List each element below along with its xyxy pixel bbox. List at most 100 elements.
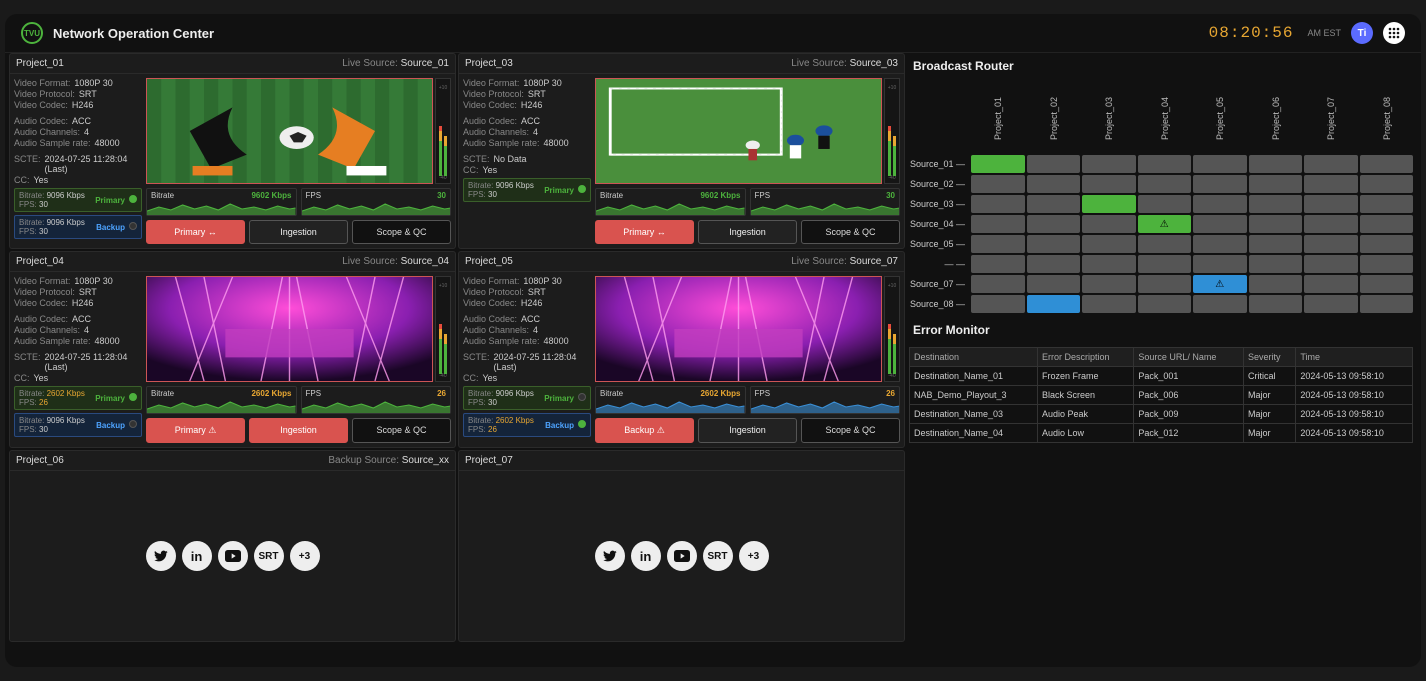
router-cell[interactable] [1082, 295, 1136, 313]
router-cell[interactable] [1082, 275, 1136, 293]
router-cell[interactable] [1193, 155, 1247, 173]
router-cell[interactable] [1193, 295, 1247, 313]
router-cell[interactable] [1193, 235, 1247, 253]
dest-icon[interactable] [667, 541, 697, 571]
stream-pill[interactable]: Bitrate: 2602 KbpsFPS: 26 Primary [14, 386, 142, 410]
router-cell[interactable] [1138, 175, 1192, 193]
em-row[interactable]: Destination_Name_04Audio LowPack_012Majo… [910, 424, 1413, 443]
router-cell[interactable] [1082, 155, 1136, 173]
router-cell[interactable] [971, 235, 1025, 253]
router-cell[interactable] [1027, 215, 1081, 233]
router-cell[interactable] [1138, 215, 1192, 233]
router-cell[interactable] [1027, 275, 1081, 293]
scope-qc-button[interactable]: Scope & QC [352, 220, 451, 244]
dest-icon[interactable]: in [182, 541, 212, 571]
stream-pill[interactable]: Bitrate: 9096 KbpsFPS: 30 Primary [463, 386, 591, 410]
router-cell[interactable] [1249, 155, 1303, 173]
router-cell[interactable] [1027, 195, 1081, 213]
router-cell[interactable] [1138, 195, 1192, 213]
scope-qc-button[interactable]: Scope & QC [801, 220, 900, 244]
avatar[interactable]: Ti [1351, 22, 1373, 44]
router-cell[interactable] [971, 175, 1025, 193]
dest-icon[interactable] [218, 541, 248, 571]
stream-pill[interactable]: Bitrate: 2602 KbpsFPS: 26 Backup [463, 413, 591, 437]
dest-icon[interactable]: SRT [703, 541, 733, 571]
ingestion-button[interactable]: Ingestion [249, 220, 348, 244]
router-cell[interactable] [1082, 255, 1136, 273]
stream-pill[interactable]: Bitrate: 9096 KbpsFPS: 30 Backup [14, 215, 142, 239]
router-cell[interactable] [1027, 155, 1081, 173]
router-cell[interactable] [1304, 195, 1358, 213]
router-cell[interactable] [1249, 275, 1303, 293]
router-cell[interactable] [1249, 175, 1303, 193]
router-cell[interactable] [1249, 255, 1303, 273]
router-cell[interactable] [1138, 275, 1192, 293]
router-cell[interactable] [971, 215, 1025, 233]
ingestion-button[interactable]: Ingestion [698, 418, 797, 443]
apps-button[interactable] [1383, 22, 1405, 44]
primary-button[interactable]: Backup ⚠ [595, 418, 694, 443]
router-cell[interactable] [1360, 155, 1414, 173]
router-cell[interactable] [1304, 235, 1358, 253]
primary-button[interactable]: Primary ↔ [146, 220, 245, 244]
router-cell[interactable] [1249, 295, 1303, 313]
router-cell[interactable] [1304, 175, 1358, 193]
router-cell[interactable] [1082, 175, 1136, 193]
router-cell[interactable] [1082, 235, 1136, 253]
video-preview[interactable]: +10 -40 [595, 276, 900, 382]
stream-pill[interactable]: Bitrate: 9096 KbpsFPS: 30 Backup [14, 413, 142, 437]
video-preview[interactable]: +10 -40 [146, 78, 451, 184]
router-cell[interactable] [1304, 295, 1358, 313]
ingestion-button[interactable]: Ingestion [698, 220, 797, 244]
video-preview[interactable]: +10 -40 [595, 78, 900, 184]
stream-pill[interactable]: Bitrate: 9096 KbpsFPS: 30 Primary [14, 188, 142, 212]
dest-icon[interactable]: +3 [739, 541, 769, 571]
router-cell[interactable] [971, 195, 1025, 213]
router-cell[interactable] [1027, 295, 1081, 313]
router-cell[interactable] [1193, 175, 1247, 193]
router-cell[interactable] [1249, 195, 1303, 213]
video-preview[interactable]: +10 -40 [146, 276, 451, 382]
router-cell[interactable] [971, 155, 1025, 173]
router-cell[interactable] [1249, 235, 1303, 253]
router-cell[interactable] [1027, 175, 1081, 193]
primary-button[interactable]: Primary ↔ [595, 220, 694, 244]
dest-icon[interactable] [146, 541, 176, 571]
scope-qc-button[interactable]: Scope & QC [801, 418, 900, 443]
router-cell[interactable] [1138, 255, 1192, 273]
dest-icon[interactable]: SRT [254, 541, 284, 571]
router-cell[interactable] [1360, 175, 1414, 193]
router-cell[interactable] [1082, 195, 1136, 213]
router-cell[interactable] [1304, 275, 1358, 293]
scope-qc-button[interactable]: Scope & QC [352, 418, 451, 443]
router-cell[interactable] [1193, 215, 1247, 233]
router-cell[interactable] [1360, 235, 1414, 253]
router-cell[interactable] [1304, 255, 1358, 273]
router-cell[interactable] [971, 255, 1025, 273]
router-cell[interactable] [971, 275, 1025, 293]
em-row[interactable]: Destination_Name_03Audio PeakPack_009Maj… [910, 405, 1413, 424]
router-cell[interactable] [1360, 295, 1414, 313]
router-cell[interactable] [1193, 195, 1247, 213]
router-cell[interactable] [1082, 215, 1136, 233]
em-row[interactable]: NAB_Demo_Playout_3Black ScreenPack_006Ma… [910, 386, 1413, 405]
router-cell[interactable] [1249, 215, 1303, 233]
router-cell[interactable] [971, 295, 1025, 313]
primary-button[interactable]: Primary ⚠ [146, 418, 245, 443]
router-cell[interactable] [1027, 255, 1081, 273]
router-cell[interactable] [1304, 155, 1358, 173]
em-row[interactable]: Destination_Name_01Frozen FramePack_001C… [910, 367, 1413, 386]
router-cell[interactable] [1193, 275, 1247, 293]
router-cell[interactable] [1360, 215, 1414, 233]
router-cell[interactable] [1027, 235, 1081, 253]
router-cell[interactable] [1360, 275, 1414, 293]
router-cell[interactable] [1138, 235, 1192, 253]
router-cell[interactable] [1193, 255, 1247, 273]
stream-pill[interactable]: Bitrate: 9096 KbpsFPS: 30 Primary [463, 178, 591, 202]
dest-icon[interactable] [595, 541, 625, 571]
router-cell[interactable] [1304, 215, 1358, 233]
router-cell[interactable] [1138, 155, 1192, 173]
dest-icon[interactable]: +3 [290, 541, 320, 571]
router-cell[interactable] [1138, 295, 1192, 313]
dest-icon[interactable]: in [631, 541, 661, 571]
